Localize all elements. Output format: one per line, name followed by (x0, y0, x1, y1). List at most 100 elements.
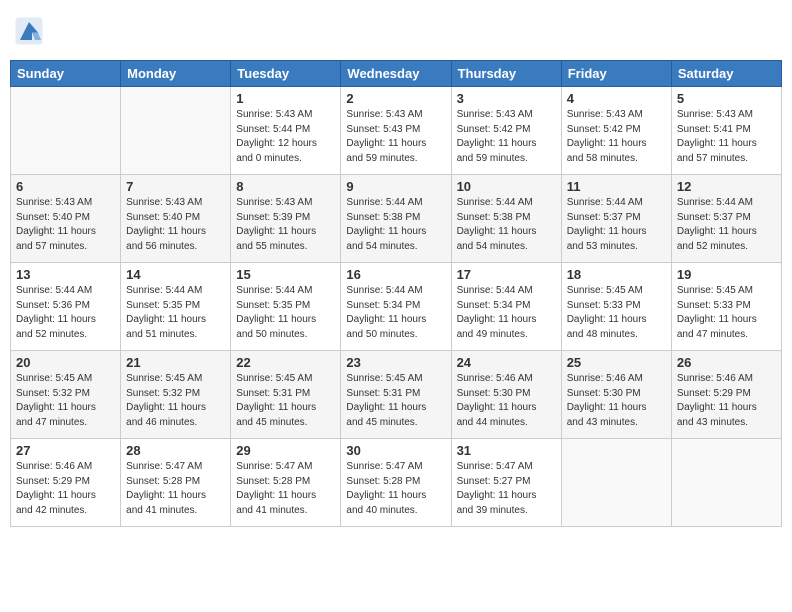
day-number: 22 (236, 355, 335, 370)
day-number: 5 (677, 91, 776, 106)
day-cell: 28 Sunrise: 5:47 AM Sunset: 5:28 PM Dayli… (121, 439, 231, 527)
day-info: Sunrise: 5:47 AM Sunset: 5:28 PM Dayligh… (346, 460, 445, 518)
day-info: Sunrise: 5:47 AM Sunset: 5:27 PM Dayligh… (457, 460, 556, 518)
day-info: Sunrise: 5:44 AM Sunset: 5:38 PM Dayligh… (457, 196, 556, 254)
day-number: 24 (457, 355, 556, 370)
day-info: Sunrise: 5:43 AM Sunset: 5:41 PM Dayligh… (677, 108, 776, 166)
day-cell: 25 Sunrise: 5:46 AM Sunset: 5:30 PM Dayli… (561, 351, 671, 439)
calendar-header: SundayMondayTuesdayWednesdayThursdayFrid… (11, 61, 782, 87)
day-number: 17 (457, 267, 556, 282)
day-cell: 19 Sunrise: 5:45 AM Sunset: 5:33 PM Dayli… (671, 263, 781, 351)
day-number: 30 (346, 443, 445, 458)
day-cell: 2 Sunrise: 5:43 AM Sunset: 5:43 PM Daylig… (341, 87, 451, 175)
day-number: 13 (16, 267, 115, 282)
weekday-header-thursday: Thursday (451, 61, 561, 87)
day-cell: 27Sunrise: 5:46 AM Sunset: 5:29 PM Dayli… (11, 439, 121, 527)
day-number: 18 (567, 267, 666, 282)
weekday-header-row: SundayMondayTuesdayWednesdayThursdayFrid… (11, 61, 782, 87)
day-info: Sunrise: 5:43 AM Sunset: 5:40 PM Dayligh… (126, 196, 225, 254)
day-number: 23 (346, 355, 445, 370)
day-info: Sunrise: 5:43 AM Sunset: 5:42 PM Dayligh… (457, 108, 556, 166)
day-number: 15 (236, 267, 335, 282)
day-cell: 14 Sunrise: 5:44 AM Sunset: 5:35 PM Dayli… (121, 263, 231, 351)
day-info: Sunrise: 5:44 AM Sunset: 5:34 PM Dayligh… (346, 284, 445, 342)
week-row-5: 27Sunrise: 5:46 AM Sunset: 5:29 PM Dayli… (11, 439, 782, 527)
day-number: 12 (677, 179, 776, 194)
calendar-table: SundayMondayTuesdayWednesdayThursdayFrid… (10, 60, 782, 527)
day-number: 2 (346, 91, 445, 106)
day-info: Sunrise: 5:43 AM Sunset: 5:42 PM Dayligh… (567, 108, 666, 166)
day-number: 25 (567, 355, 666, 370)
day-cell: 30 Sunrise: 5:47 AM Sunset: 5:28 PM Dayli… (341, 439, 451, 527)
day-cell: 6 Sunrise: 5:43 AM Sunset: 5:40 PM Daylig… (11, 175, 121, 263)
week-row-3: 13 Sunrise: 5:44 AM Sunset: 5:36 PM Dayli… (11, 263, 782, 351)
day-cell: 21 Sunrise: 5:45 AM Sunset: 5:32 PM Dayli… (121, 351, 231, 439)
day-info: Sunrise: 5:44 AM Sunset: 5:37 PM Dayligh… (677, 196, 776, 254)
weekday-header-sunday: Sunday (11, 61, 121, 87)
day-cell: 15 Sunrise: 5:44 AM Sunset: 5:35 PM Dayli… (231, 263, 341, 351)
logo-icon (14, 16, 44, 46)
day-info: Sunrise: 5:45 AM Sunset: 5:33 PM Dayligh… (567, 284, 666, 342)
day-cell: 7 Sunrise: 5:43 AM Sunset: 5:40 PM Daylig… (121, 175, 231, 263)
day-cell: 20Sunrise: 5:45 AM Sunset: 5:32 PM Dayli… (11, 351, 121, 439)
logo (14, 16, 48, 46)
day-number: 8 (236, 179, 335, 194)
day-number: 7 (126, 179, 225, 194)
day-number: 14 (126, 267, 225, 282)
day-number: 3 (457, 91, 556, 106)
day-cell: 13 Sunrise: 5:44 AM Sunset: 5:36 PM Dayli… (11, 263, 121, 351)
day-cell: 3 Sunrise: 5:43 AM Sunset: 5:42 PM Daylig… (451, 87, 561, 175)
day-info: Sunrise: 5:44 AM Sunset: 5:34 PM Dayligh… (457, 284, 556, 342)
page-header (10, 10, 782, 52)
day-info: Sunrise: 5:43 AM Sunset: 5:39 PM Dayligh… (236, 196, 335, 254)
week-row-2: 6 Sunrise: 5:43 AM Sunset: 5:40 PM Daylig… (11, 175, 782, 263)
day-info: Sunrise: 5:45 AM Sunset: 5:31 PM Dayligh… (236, 372, 335, 430)
day-cell: 16 Sunrise: 5:44 AM Sunset: 5:34 PM Dayli… (341, 263, 451, 351)
day-number: 16 (346, 267, 445, 282)
day-cell: 17 Sunrise: 5:44 AM Sunset: 5:34 PM Dayli… (451, 263, 561, 351)
calendar-body: 1Sunrise: 5:43 AM Sunset: 5:44 PM Daylig… (11, 87, 782, 527)
weekday-header-monday: Monday (121, 61, 231, 87)
week-row-1: 1Sunrise: 5:43 AM Sunset: 5:44 PM Daylig… (11, 87, 782, 175)
day-info: Sunrise: 5:44 AM Sunset: 5:36 PM Dayligh… (16, 284, 115, 342)
day-info: Sunrise: 5:44 AM Sunset: 5:38 PM Dayligh… (346, 196, 445, 254)
day-number: 4 (567, 91, 666, 106)
weekday-header-saturday: Saturday (671, 61, 781, 87)
day-info: Sunrise: 5:46 AM Sunset: 5:30 PM Dayligh… (567, 372, 666, 430)
day-number: 31 (457, 443, 556, 458)
day-info: Sunrise: 5:47 AM Sunset: 5:28 PM Dayligh… (236, 460, 335, 518)
day-number: 1 (236, 91, 335, 106)
day-cell: 10 Sunrise: 5:44 AM Sunset: 5:38 PM Dayli… (451, 175, 561, 263)
day-cell: 22 Sunrise: 5:45 AM Sunset: 5:31 PM Dayli… (231, 351, 341, 439)
day-info: Sunrise: 5:44 AM Sunset: 5:35 PM Dayligh… (236, 284, 335, 342)
day-info: Sunrise: 5:46 AM Sunset: 5:30 PM Dayligh… (457, 372, 556, 430)
day-info: Sunrise: 5:46 AM Sunset: 5:29 PM Dayligh… (16, 460, 115, 518)
day-number: 19 (677, 267, 776, 282)
day-number: 20 (16, 355, 115, 370)
day-number: 6 (16, 179, 115, 194)
day-number: 9 (346, 179, 445, 194)
day-info: Sunrise: 5:44 AM Sunset: 5:37 PM Dayligh… (567, 196, 666, 254)
day-info: Sunrise: 5:45 AM Sunset: 5:31 PM Dayligh… (346, 372, 445, 430)
day-cell: 24 Sunrise: 5:46 AM Sunset: 5:30 PM Dayli… (451, 351, 561, 439)
weekday-header-wednesday: Wednesday (341, 61, 451, 87)
day-cell: 4 Sunrise: 5:43 AM Sunset: 5:42 PM Daylig… (561, 87, 671, 175)
day-cell: 29 Sunrise: 5:47 AM Sunset: 5:28 PM Dayli… (231, 439, 341, 527)
day-number: 10 (457, 179, 556, 194)
day-info: Sunrise: 5:43 AM Sunset: 5:40 PM Dayligh… (16, 196, 115, 254)
day-number: 26 (677, 355, 776, 370)
week-row-4: 20 Sunrise: 5:45 AM Sunset: 5:32 PM Dayli… (11, 351, 782, 439)
day-info: Sunrise: 5:45 AM Sunset: 5:33 PM Dayligh… (677, 284, 776, 342)
day-number: 29 (236, 443, 335, 458)
day-info: Sunrise: 5:47 AM Sunset: 5:28 PM Dayligh… (126, 460, 225, 518)
day-number: 21 (126, 355, 225, 370)
weekday-header-friday: Friday (561, 61, 671, 87)
day-info: Sunrise: 5:44 AM Sunset: 5:35 PM Dayligh… (126, 284, 225, 342)
day-cell: 1Sunrise: 5:43 AM Sunset: 5:44 PM Daylig… (231, 87, 341, 175)
day-number: 11 (567, 179, 666, 194)
day-info: Sunrise: 5:43 AM Sunset: 5:43 PM Dayligh… (346, 108, 445, 166)
day-number: 28 (126, 443, 225, 458)
day-cell (561, 439, 671, 527)
day-info: Sunrise: 5:45 AM Sunset: 5:32 PM Dayligh… (126, 372, 225, 430)
day-cell: 23 Sunrise: 5:45 AM Sunset: 5:31 PM Dayli… (341, 351, 451, 439)
